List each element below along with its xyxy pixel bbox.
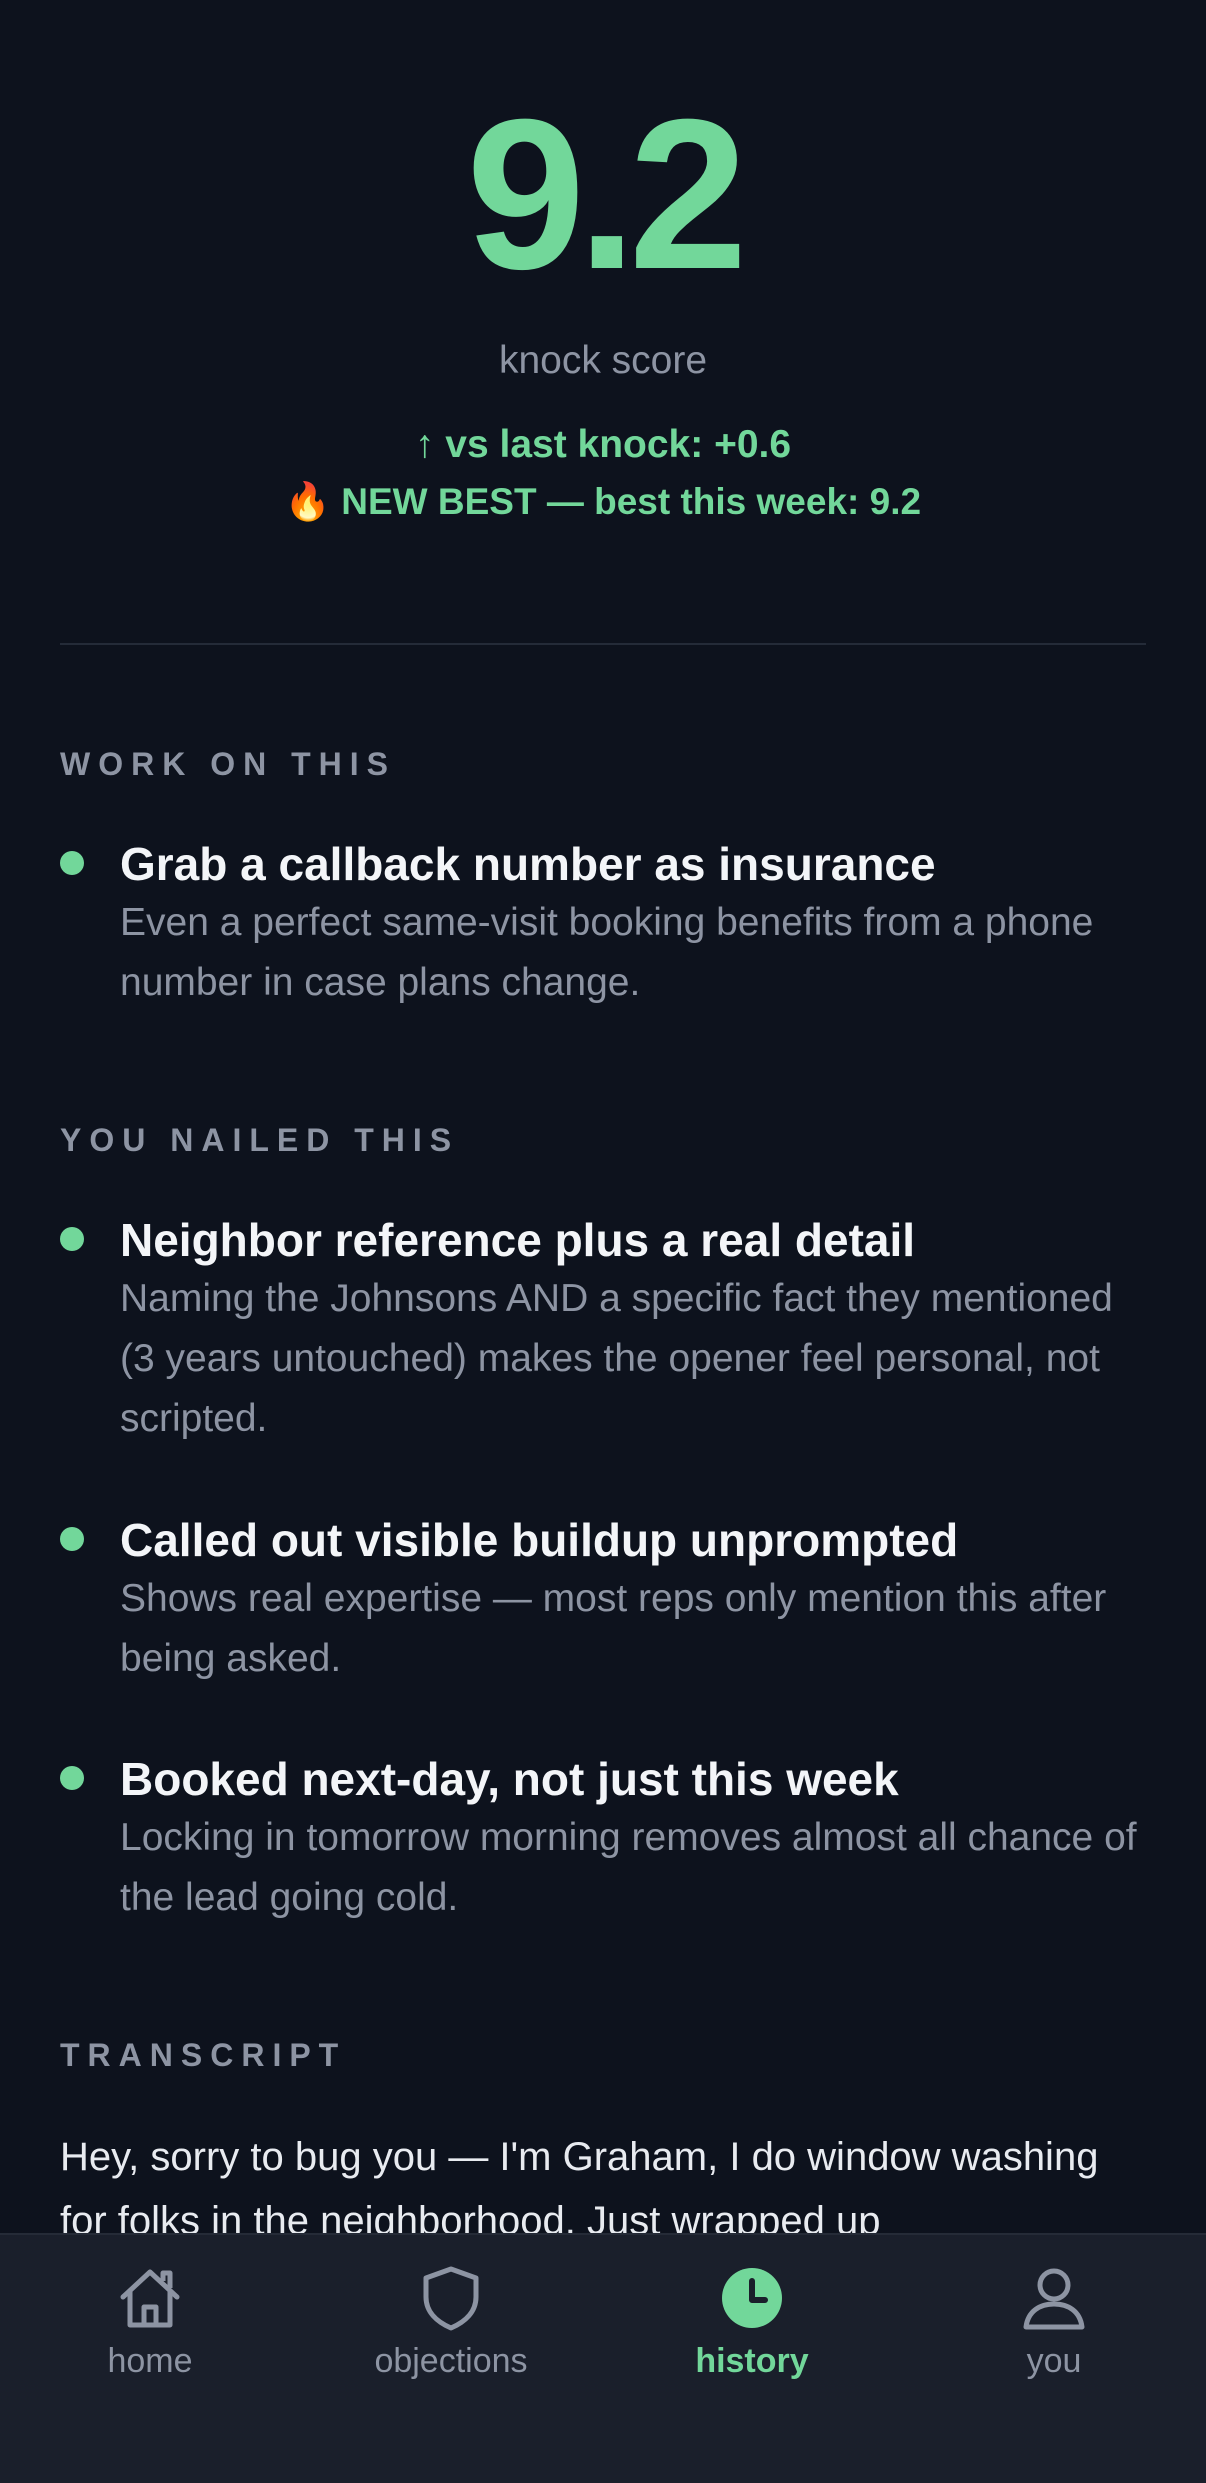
feedback-item-title: Neighbor reference plus a real detail: [120, 1214, 916, 1266]
knock-score-value: 9.2: [466, 75, 748, 314]
score-delta: ↑ vs last knock: +0.6: [414, 423, 792, 466]
feedback-item-title: Grab a callback number as insurance: [120, 838, 936, 890]
feedback-item-title: Called out visible buildup unprompted: [120, 1514, 959, 1566]
home-icon: [120, 2269, 180, 2328]
tab-home[interactable]: home: [0, 2235, 300, 2395]
feedback-item-body: Shows real expertise — most reps only me…: [120, 1577, 1107, 1680]
bullet-dot-icon: [60, 1766, 84, 1790]
feedback-item-body: Locking in tomorrow morning removes almo…: [120, 1816, 1137, 1919]
bullet-dot-icon: [60, 851, 84, 875]
clock-icon: [722, 2268, 782, 2328]
tab-label: objections: [374, 2342, 528, 2380]
person-icon: [1023, 2268, 1085, 2330]
knock-score-label: knock score: [498, 339, 708, 382]
bullet-dot-icon: [60, 1227, 84, 1251]
tab-label: home: [107, 2342, 193, 2380]
tab-label: history: [695, 2342, 809, 2380]
section-title-transcript: TRANSCRIPT: [60, 2037, 347, 2073]
feedback-item-body: Even a perfect same-visit booking benefi…: [120, 901, 1094, 1004]
feedback-item-title: Booked next-day, not just this week: [120, 1753, 899, 1805]
divider: [60, 643, 1146, 645]
tab-objections[interactable]: objections: [301, 2235, 601, 2395]
shield-icon: [423, 2266, 479, 2331]
tab-you[interactable]: you: [904, 2235, 1204, 2395]
tab-label: you: [1026, 2342, 1082, 2380]
best-badge: 🔥 NEW BEST — best this week: 9.2: [284, 481, 922, 522]
tab-history[interactable]: history: [602, 2235, 902, 2395]
feedback-item-body: Naming the Johnsons AND a specific fact …: [120, 1277, 1113, 1440]
bottom-tab-bar: home objections history you: [0, 2233, 1206, 2483]
section-title-you-nailed-this: YOU NAILED THIS: [60, 1122, 460, 1158]
screen: 9.2 knock score ↑ vs last knock: +0.6 🔥 …: [0, 0, 1206, 2483]
bullet-dot-icon: [60, 1527, 84, 1551]
section-title-work-on-this: WORK ON THIS: [60, 746, 396, 782]
